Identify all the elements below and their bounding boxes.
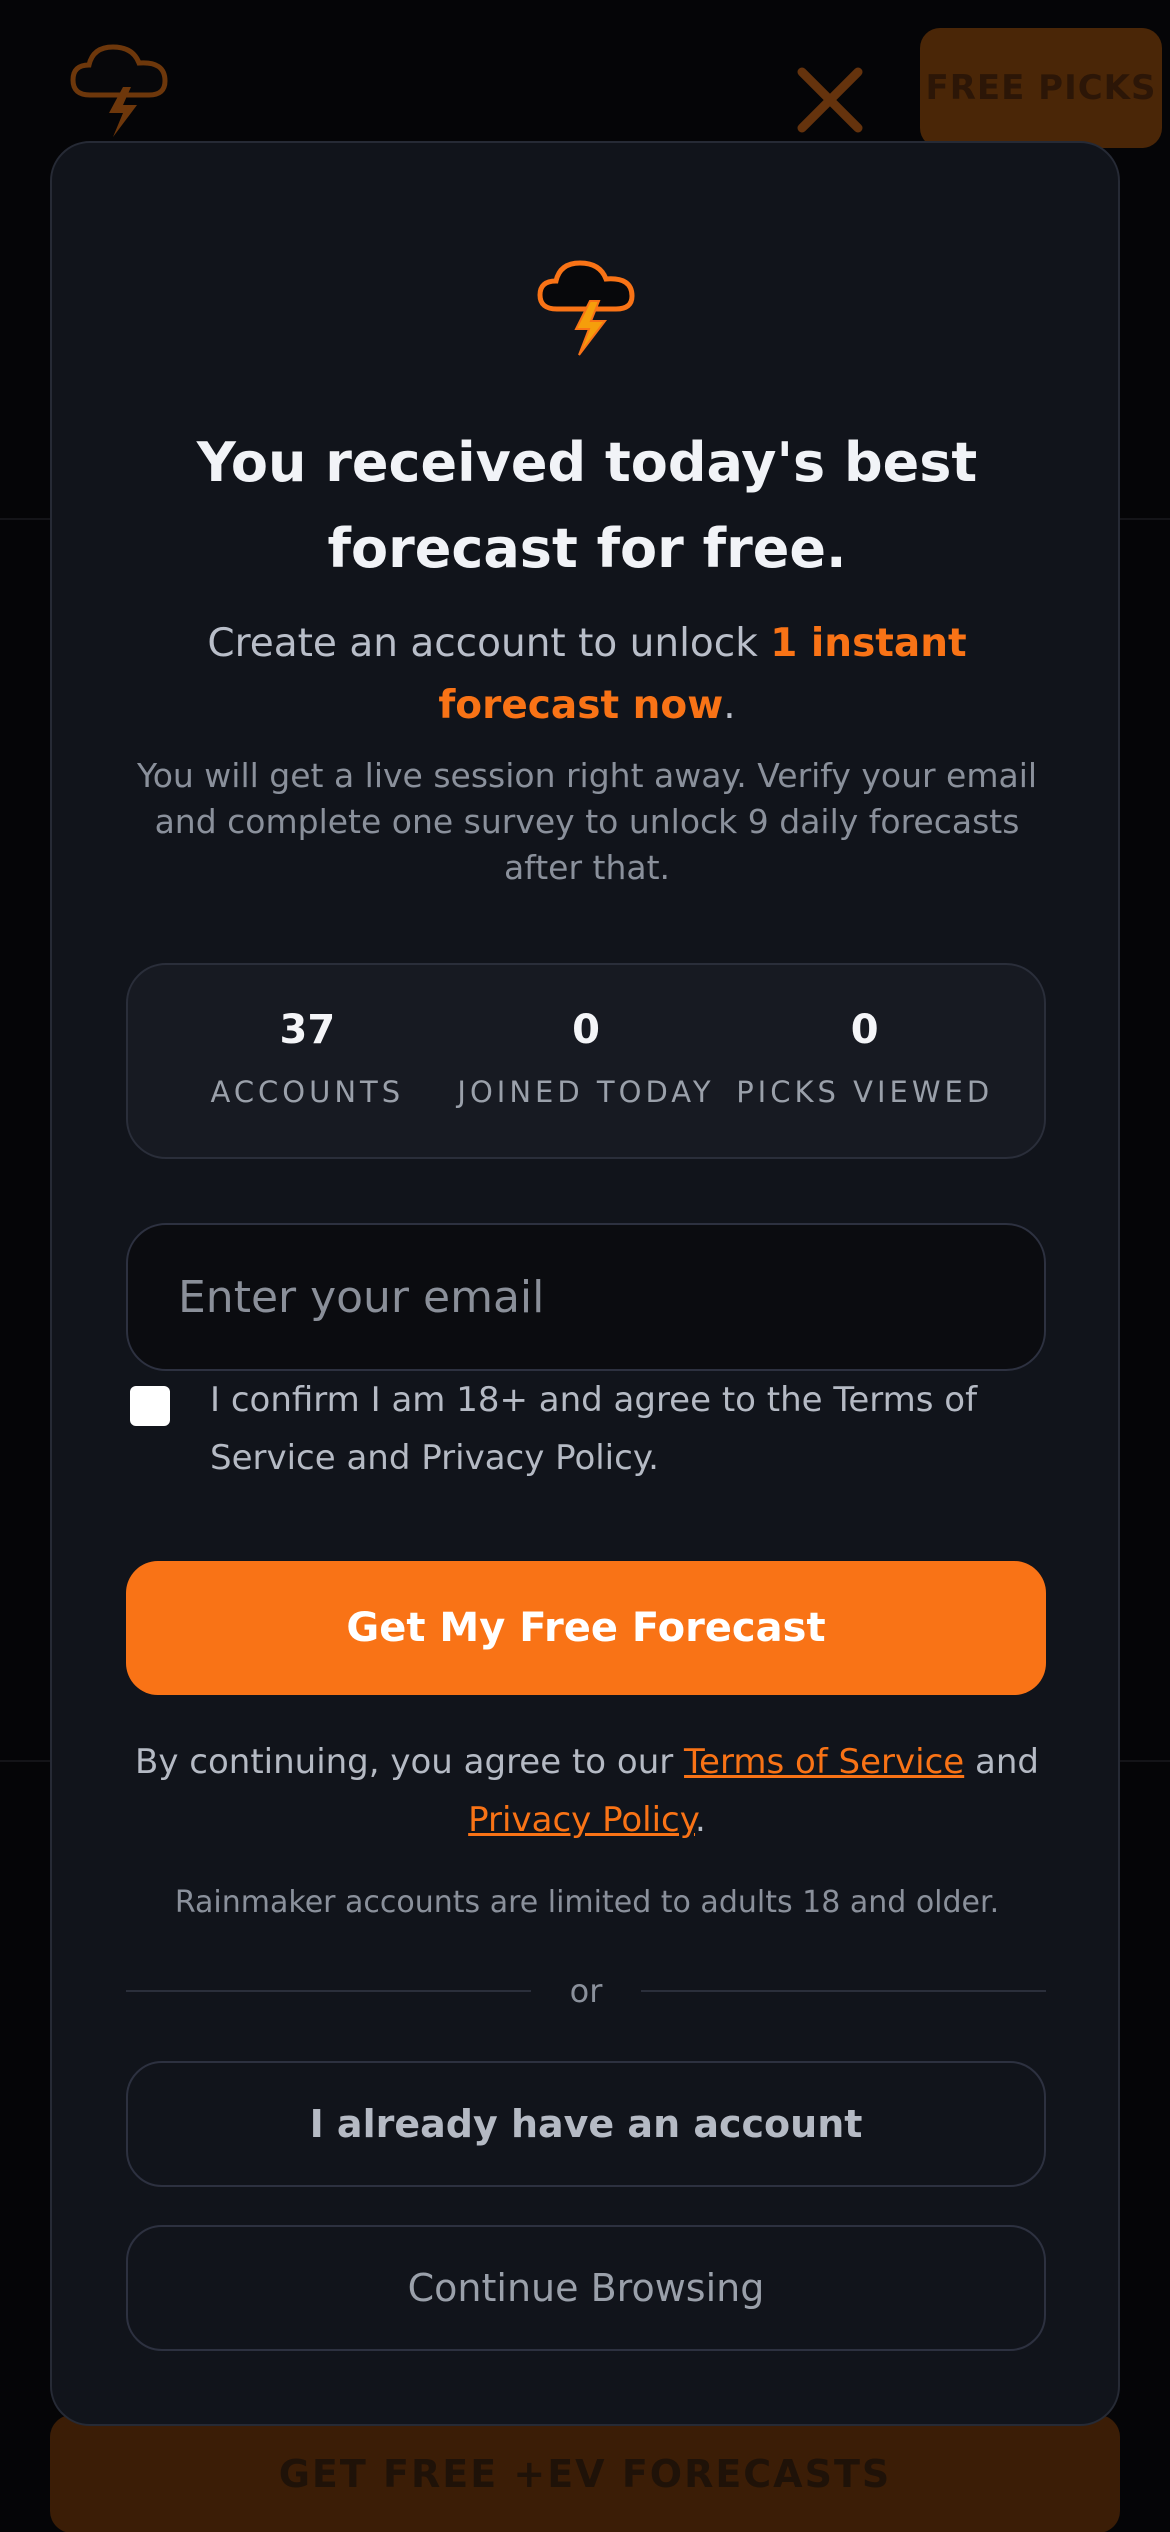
stat-accounts: 37 ACCOUNTS <box>168 965 447 1157</box>
legal-and: and <box>964 1742 1039 1782</box>
age-consent-checkbox[interactable] <box>130 1386 170 1426</box>
stat-value: 37 <box>279 1007 336 1053</box>
get-free-forecast-button[interactable]: Get My Free Forecast <box>126 1561 1046 1695</box>
divider-text: or <box>569 1972 603 2010</box>
get-free-forecasts-button[interactable]: GET FREE +EV FORECASTS <box>50 2415 1120 2532</box>
existing-account-button[interactable]: I already have an account <box>126 2061 1046 2187</box>
close-icon[interactable] <box>790 60 870 140</box>
stat-value: 0 <box>572 1007 600 1053</box>
age-restriction-note: Rainmaker accounts are limited to adults… <box>174 1885 1000 1920</box>
terms-of-service-link[interactable]: Terms of Service <box>684 1742 964 1782</box>
divider-line <box>126 1990 531 1992</box>
storm-cloud-icon <box>70 44 168 137</box>
stat-label: ACCOUNTS <box>210 1075 405 1109</box>
stats-panel: 37 ACCOUNTS 0 JOINED TODAY 0 PICKS VIEWE… <box>126 963 1046 1159</box>
divider-line <box>641 1990 1046 1992</box>
stat-label: JOINED TODAY <box>457 1075 715 1109</box>
legal-suffix: . <box>695 1800 706 1840</box>
subtitle-suffix: . <box>723 683 736 728</box>
subtitle-text: Create an account to unlock <box>207 621 771 666</box>
stat-joined-today: 0 JOINED TODAY <box>447 965 726 1157</box>
stat-label: PICKS VIEWED <box>736 1075 994 1109</box>
or-divider: or <box>126 1966 1046 2016</box>
free-picks-button[interactable]: FREE PICKS <box>920 28 1162 148</box>
modal-subtitle: Create an account to unlock 1 instant fo… <box>112 613 1062 737</box>
continue-browsing-button[interactable]: Continue Browsing <box>126 2225 1046 2351</box>
modal-description: You will get a live session right away. … <box>136 756 1038 887</box>
legal-notice: By continuing, you agree to our Terms of… <box>112 1733 1062 1849</box>
storm-cloud-lightning-icon <box>537 260 635 356</box>
stat-picks-viewed: 0 PICKS VIEWED <box>725 965 1004 1157</box>
consent-label: I confirm I am 18+ and agree to the Term… <box>210 1380 978 1478</box>
stat-value: 0 <box>850 1007 879 1053</box>
privacy-policy-link[interactable]: Privacy Policy <box>468 1800 695 1840</box>
email-field[interactable] <box>126 1223 1046 1371</box>
signup-modal: You received today's best forecast for f… <box>50 141 1120 2426</box>
legal-prefix: By continuing, you agree to our <box>135 1742 685 1782</box>
modal-title: You received today's best forecast for f… <box>196 431 978 580</box>
